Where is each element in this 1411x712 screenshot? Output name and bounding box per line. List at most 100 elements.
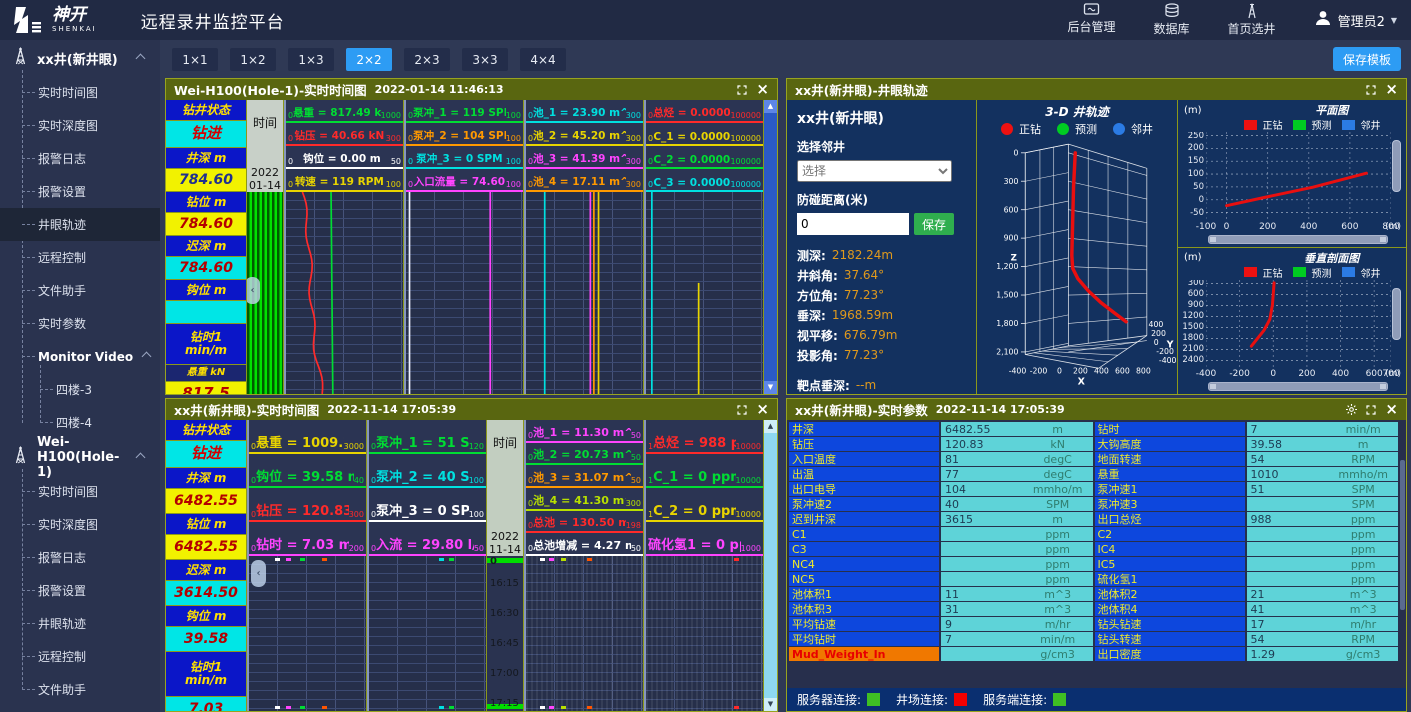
- param-value: 9: [941, 619, 1023, 630]
- curve-max: 50: [474, 544, 484, 553]
- nav-item-admin[interactable]: 后台管理: [1068, 3, 1116, 37]
- sidebar-item-报警日志[interactable]: 报警日志: [0, 541, 160, 574]
- collapse-handle[interactable]: ‹: [251, 560, 266, 587]
- y-tick-label: 150: [1188, 156, 1204, 166]
- save-distance-button[interactable]: 保存: [914, 213, 954, 235]
- mini-vertical-scrollbar[interactable]: [1391, 280, 1402, 370]
- param-text: 6482.55: [174, 540, 238, 555]
- scroll-up-icon[interactable]: ▲: [764, 100, 777, 113]
- sidebar-well-1[interactable]: xx井(新井眼): [0, 40, 160, 76]
- vertical-scrollbar[interactable]: ▲▼: [764, 100, 777, 394]
- param-box: 817.5: [166, 382, 246, 394]
- sidebar-item-实时时间图[interactable]: 实时时间图: [0, 76, 160, 109]
- sidebar-item-报警设置[interactable]: 报警设置: [0, 574, 160, 607]
- field-label: 垂深:: [797, 307, 826, 324]
- sidebar-item-报警日志[interactable]: 报警日志: [0, 142, 160, 175]
- param-value: 104: [941, 484, 1023, 495]
- event-dot: [734, 706, 739, 709]
- mini-vertical-scrollbar[interactable]: [1391, 132, 1402, 222]
- param-box: 784.60: [166, 257, 246, 279]
- collapse-chevron-icon[interactable]: [136, 452, 146, 462]
- sidebar-item-实时时间图[interactable]: 实时时间图: [0, 475, 160, 508]
- user-menu[interactable]: 管理员2 ▼: [1314, 9, 1397, 31]
- sidebar-item-文件助手[interactable]: 文件助手: [0, 274, 160, 307]
- curve-label-value: 池_2 = 45.20 m^3: [533, 128, 626, 143]
- collapse-chevron-icon[interactable]: [142, 352, 152, 362]
- expand-icon[interactable]: [737, 405, 747, 415]
- sidebar-item-四楼-3[interactable]: 四楼-3: [0, 373, 160, 406]
- layout-button-2×3[interactable]: 2×3: [404, 48, 450, 71]
- param-text-2: min/m: [185, 674, 227, 687]
- sidebar-item-实时深度图[interactable]: 实时深度图: [0, 109, 160, 142]
- close-icon[interactable]: ×: [756, 82, 769, 97]
- mini-horizontal-scrollbar[interactable]: [1208, 235, 1388, 244]
- expand-icon[interactable]: [1366, 405, 1376, 415]
- scroll-down-icon[interactable]: ▼: [764, 698, 777, 711]
- param-value: 39.58: [1247, 439, 1329, 450]
- svg-text:400: 400: [1094, 366, 1109, 375]
- sidebar-item-四楼-4[interactable]: 四楼-4: [0, 406, 160, 439]
- curve-max: 50: [631, 544, 641, 553]
- expand-icon[interactable]: [737, 85, 747, 95]
- param-box: 钻井状态: [166, 420, 246, 440]
- sidebar-item-井眼轨迹[interactable]: 井眼轨迹: [0, 208, 160, 241]
- mini-horizontal-scrollbar[interactable]: [1208, 382, 1388, 391]
- curve-max: 10000: [736, 442, 761, 451]
- nav-item-database[interactable]: 数据库: [1154, 3, 1190, 37]
- params-scrollbar[interactable]: [1400, 460, 1405, 610]
- save-template-button[interactable]: 保存模板: [1333, 47, 1401, 71]
- layout-button-1×2[interactable]: 1×2: [230, 48, 276, 71]
- sidebar-item-报警设置[interactable]: 报警设置: [0, 175, 160, 208]
- well-name: xx井(新井眼): [37, 49, 118, 68]
- curve-max: 100: [506, 157, 521, 166]
- sidebar-item-monitor-video[interactable]: Monitor Video: [0, 340, 160, 373]
- scroll-down-icon[interactable]: ▼: [764, 381, 777, 394]
- curve-label-value: 池_3 = 31.07 m^3: [533, 469, 631, 485]
- table-row: 入口温度81degC地面转速54RPM: [789, 452, 1398, 466]
- field-label: 方位角:: [797, 287, 838, 304]
- sidebar-item-远程控制[interactable]: 远程控制: [0, 640, 160, 673]
- param-name-cell: NC5: [789, 572, 939, 586]
- collapse-handle[interactable]: ‹: [247, 277, 260, 304]
- close-icon[interactable]: ×: [756, 402, 769, 417]
- curve-label-value: 池_4 = 17.11 m^3: [533, 174, 626, 189]
- close-icon[interactable]: ×: [1385, 402, 1398, 417]
- layout-button-3×3[interactable]: 3×3: [462, 48, 508, 71]
- curve-max: 3000: [344, 442, 364, 451]
- distance-input[interactable]: [797, 213, 909, 235]
- nav-item-well-select[interactable]: 首页选井: [1228, 3, 1276, 37]
- param-box: 钻位 m: [166, 192, 246, 212]
- param-text: 迟深 m: [186, 240, 227, 253]
- curve-label-value: C_3 = 0.0000: [653, 177, 730, 189]
- sidebar-item-实时深度图[interactable]: 实时深度图: [0, 508, 160, 541]
- curve-max: 120: [469, 442, 484, 451]
- layout-button-1×3[interactable]: 1×3: [288, 48, 334, 71]
- scroll-thumb[interactable]: [1392, 288, 1401, 340]
- layout-button-4×4[interactable]: 4×4: [520, 48, 566, 71]
- layout-button-1×1[interactable]: 1×1: [172, 48, 218, 71]
- sidebar-item-井眼轨迹[interactable]: 井眼轨迹: [0, 607, 160, 640]
- settings-gear-icon[interactable]: [1346, 404, 1357, 415]
- close-icon[interactable]: ×: [1385, 82, 1398, 97]
- x-tick-label: -100: [1196, 222, 1216, 232]
- scroll-track[interactable]: [764, 113, 777, 381]
- curve-max: 300: [386, 134, 401, 143]
- sidebar-item-实时参数[interactable]: 实时参数: [0, 307, 160, 340]
- neighbor-well-select[interactable]: 选择: [797, 160, 952, 182]
- sidebar-well-2[interactable]: Wei-H100(Hole-1): [0, 439, 160, 475]
- legend-label: 预测: [1312, 117, 1332, 132]
- scroll-thumb[interactable]: [1392, 140, 1401, 192]
- event-dot: [561, 706, 566, 709]
- sidebar-item-远程控制[interactable]: 远程控制: [0, 241, 160, 274]
- scroll-track[interactable]: [764, 433, 777, 698]
- param-value: 54: [1247, 454, 1329, 465]
- expand-icon[interactable]: [1366, 85, 1376, 95]
- vertical-scrollbar[interactable]: ▲▼: [764, 420, 777, 711]
- scroll-up-icon[interactable]: ▲: [764, 420, 777, 433]
- param-value-cell: 9m/hr: [941, 617, 1093, 631]
- event-dot: [322, 558, 327, 561]
- curve-header-row: 0钩位 = 39.58 m40: [249, 454, 366, 488]
- layout-button-2×2[interactable]: 2×2: [346, 48, 392, 71]
- collapse-chevron-icon[interactable]: [136, 53, 146, 63]
- sidebar-item-文件助手[interactable]: 文件助手: [0, 673, 160, 706]
